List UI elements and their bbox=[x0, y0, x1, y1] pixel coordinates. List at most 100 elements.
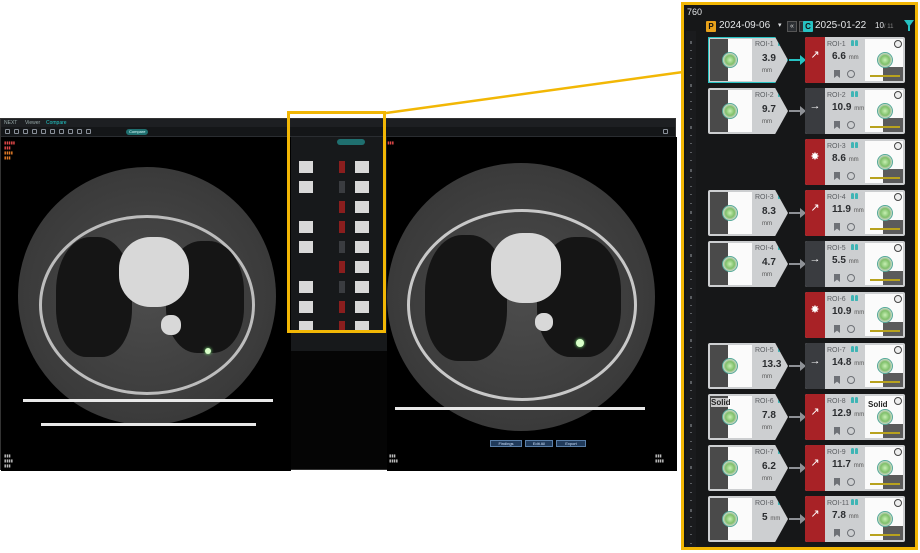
option-circle-icon[interactable] bbox=[894, 448, 902, 456]
lung-icon bbox=[851, 193, 858, 199]
layout-tool-icon[interactable] bbox=[77, 129, 82, 134]
scroll-tick-icon bbox=[690, 534, 692, 535]
window-level-tool-icon[interactable] bbox=[32, 129, 37, 134]
pan-tool-icon[interactable] bbox=[14, 129, 19, 134]
confirm-circle-icon[interactable] bbox=[847, 223, 855, 231]
prior-roi-card[interactable]: Solid ROI-6 7.8 mm bbox=[708, 394, 788, 440]
scroll-tick-icon bbox=[690, 296, 692, 299]
current-roi-card[interactable]: ↗ ROI-9 11.7 mm bbox=[805, 445, 905, 491]
lung-icon bbox=[778, 40, 785, 46]
measure-line-icon bbox=[870, 534, 900, 536]
scroll-tick-icon bbox=[690, 168, 692, 172]
bookmark-icon[interactable] bbox=[834, 325, 840, 333]
filter-funnel-icon[interactable] bbox=[904, 20, 914, 31]
confirm-circle-icon[interactable] bbox=[847, 478, 855, 486]
table-line-prior-2 bbox=[41, 423, 256, 426]
bookmark-icon[interactable] bbox=[834, 172, 840, 180]
scroll-tick-icon bbox=[690, 194, 692, 195]
current-roi-card[interactable]: → ROI-7 14.8 mm bbox=[805, 343, 905, 389]
option-circle-icon[interactable] bbox=[894, 346, 902, 354]
prior-roi-card[interactable]: ROI-3 8.3 mm bbox=[708, 190, 788, 236]
lung-icon bbox=[851, 91, 858, 97]
option-circle-icon[interactable] bbox=[894, 499, 902, 507]
series-number: 760 bbox=[687, 7, 703, 17]
current-ct-viewport[interactable]: ▮▮▮▮ ▮▮▮▮▮▮▮ ▮▮▮▮▮▮▮ bbox=[387, 137, 677, 471]
current-roi-card[interactable]: → ROI-5 5.5 mm bbox=[805, 241, 905, 287]
confirm-circle-icon[interactable] bbox=[847, 172, 855, 180]
prior-roi-card[interactable]: ROI-8 5 mm bbox=[708, 496, 788, 542]
status-strip: ✸ bbox=[805, 139, 825, 185]
confirm-circle-icon[interactable] bbox=[847, 121, 855, 129]
prior-date-dropdown-icon[interactable]: ▾ bbox=[778, 21, 782, 29]
slice-scrollbar[interactable] bbox=[686, 31, 696, 547]
current-roi-card[interactable]: ✸ ROI-3 8.6 mm bbox=[805, 139, 905, 185]
status-strip: ↗ bbox=[805, 445, 825, 491]
bookmark-icon[interactable] bbox=[834, 223, 840, 231]
prior-roi-card[interactable]: ROI-4 4.7 mm bbox=[708, 241, 788, 287]
nodule-marker-current[interactable] bbox=[576, 339, 584, 347]
option-circle-icon[interactable] bbox=[894, 193, 902, 201]
confirm-circle-icon[interactable] bbox=[847, 274, 855, 282]
edit-all-button[interactable]: Edit All bbox=[525, 440, 553, 447]
prior-roi-size: 7.8 mm bbox=[762, 410, 776, 431]
scroll-tick-icon bbox=[690, 253, 692, 257]
roi-compare-panel-zoom[interactable]: 760 P 2024-09-06 ▾ « ‹ C 2025-01-22 10/ … bbox=[681, 2, 918, 550]
current-roi-card[interactable]: ↗ ROI-11 7.8 mm bbox=[805, 496, 905, 542]
current-corner-info-right-icon: ▮▮▮ ▮▮▮▮ bbox=[655, 453, 664, 463]
double-chevron-left-icon[interactable]: « bbox=[787, 21, 797, 32]
bookmark-icon[interactable] bbox=[834, 376, 840, 384]
prior-roi-card[interactable]: ROI-7 6.2 mm bbox=[708, 445, 788, 491]
prior-roi-card[interactable]: ROI-2 9.7 mm bbox=[708, 88, 788, 134]
tab-compare[interactable]: Compare bbox=[46, 120, 67, 126]
confirm-circle-icon[interactable] bbox=[847, 325, 855, 333]
bookmark-icon[interactable] bbox=[834, 70, 840, 78]
lung-icon bbox=[851, 40, 858, 46]
confirm-circle-icon[interactable] bbox=[847, 427, 855, 435]
pointer-tool-icon[interactable] bbox=[5, 129, 10, 134]
current-roi-card[interactable]: ↗ ROI-8 12.9 mm Solid bbox=[805, 394, 905, 440]
scroll-tick-icon bbox=[690, 338, 692, 342]
prior-roi-card[interactable]: ROI-5 13.3 mm bbox=[708, 343, 788, 389]
current-roi-card[interactable]: ↗ ROI-1 6.6 mm bbox=[805, 37, 905, 83]
export-button[interactable]: Export bbox=[556, 440, 586, 447]
scroll-tick-icon bbox=[690, 457, 692, 459]
current-roi-card[interactable]: → ROI-2 10.9 mm bbox=[805, 88, 905, 134]
compare-mode-pill[interactable]: Compare bbox=[126, 129, 149, 135]
option-circle-icon[interactable] bbox=[894, 40, 902, 48]
option-circle-icon[interactable] bbox=[894, 91, 902, 99]
prior-date[interactable]: 2024-09-06 bbox=[719, 20, 770, 31]
prior-roi-card[interactable]: ROI-1 3.9 mm bbox=[708, 37, 788, 83]
confirm-circle-icon[interactable] bbox=[847, 376, 855, 384]
current-roi-card[interactable]: ↗ ROI-4 11.9 mm bbox=[805, 190, 905, 236]
prior-ct-viewport[interactable]: ▮▮▮▮▮ ▮▮▮ ▮▮▮▮ ▮▮▮ ▮▮▮ ▮▮▮▮ ▮▮▮ bbox=[1, 137, 291, 471]
current-roi-size: 8.6 mm bbox=[832, 153, 859, 164]
option-circle-icon[interactable] bbox=[894, 397, 902, 405]
heart-prior bbox=[119, 237, 189, 307]
bookmark-icon[interactable] bbox=[834, 427, 840, 435]
nodule-marker-prior[interactable] bbox=[205, 348, 211, 354]
measure-tool-icon[interactable] bbox=[41, 129, 46, 134]
roi-tool-icon[interactable] bbox=[50, 129, 55, 134]
findings-button[interactable]: Findings bbox=[490, 440, 522, 447]
crosshair-tool-icon[interactable] bbox=[68, 129, 73, 134]
current-roi-card[interactable]: ✸ ROI-6 10.9 mm bbox=[805, 292, 905, 338]
bookmark-icon[interactable] bbox=[834, 478, 840, 486]
bookmark-icon[interactable] bbox=[834, 121, 840, 129]
confirm-circle-icon[interactable] bbox=[847, 70, 855, 78]
zoom-tool-icon[interactable] bbox=[23, 129, 28, 134]
reset-tool-icon[interactable] bbox=[86, 129, 91, 134]
bookmark-icon[interactable] bbox=[834, 529, 840, 537]
lung-icon bbox=[778, 499, 785, 505]
option-circle-icon[interactable] bbox=[894, 295, 902, 303]
confirm-circle-icon[interactable] bbox=[847, 529, 855, 537]
scroll-tick-icon bbox=[690, 500, 692, 501]
bookmark-icon[interactable] bbox=[834, 274, 840, 282]
annotate-tool-icon[interactable] bbox=[59, 129, 64, 134]
option-circle-icon[interactable] bbox=[894, 244, 902, 252]
growth-arrow-icon: ↗ bbox=[810, 406, 820, 418]
settings-icon[interactable] bbox=[663, 129, 668, 134]
option-circle-icon[interactable] bbox=[894, 142, 902, 150]
current-roi-label: ROI-5 bbox=[827, 245, 846, 252]
tab-viewer[interactable]: Viewer bbox=[25, 120, 40, 126]
lung-icon bbox=[851, 295, 858, 301]
